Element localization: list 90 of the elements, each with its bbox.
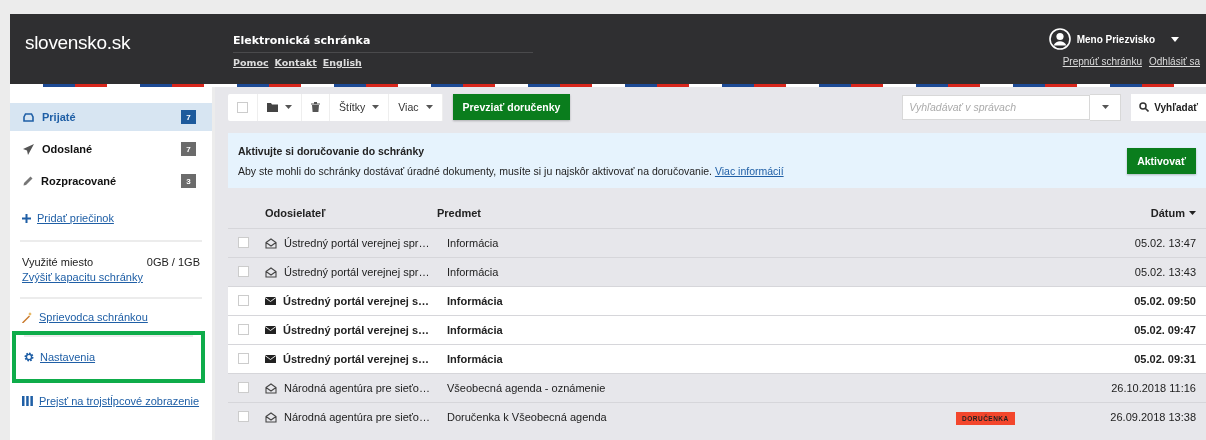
- subject-text: Doručenka k Všeobecná agenda: [446, 411, 608, 423]
- column-header[interactable]: Predmet: [437, 207, 956, 219]
- subject-text: Informácia: [446, 266, 500, 278]
- add-folder-link[interactable]: Pridať priečinok: [37, 212, 114, 224]
- caret-icon: [372, 105, 380, 109]
- column-header[interactable]: Odosielateľ: [265, 207, 437, 219]
- message-row[interactable]: Ústredný portál verejnej s… Informácia 05.02. 09:31: [228, 344, 1206, 373]
- closed-envelope-icon: [265, 355, 276, 363]
- count-badge: 7: [181, 110, 196, 124]
- message-row[interactable]: Ústredný portál verejnej s… Informácia 05.02. 09:47: [228, 315, 1206, 344]
- gear-icon: [24, 352, 34, 362]
- app-title: Elektronická schránka: [233, 34, 533, 53]
- search-options-button[interactable]: [1090, 93, 1122, 121]
- row-checkbox[interactable]: [238, 236, 249, 248]
- dropdown-button[interactable]: Štítky: [330, 93, 390, 121]
- banner-text: Aby ste mohli do schránky dostávať úradné dokumenty, musíte si ju najskôr aktivovať na doručovanie.: [238, 164, 712, 177]
- dropdown-button[interactable]: Viac: [389, 93, 443, 121]
- sender-text: Ústredný portál verejnej s…: [283, 324, 430, 336]
- account-link[interactable]: Odhlásiť sa: [1149, 56, 1200, 67]
- count-badge: 7: [181, 142, 196, 156]
- folder-item[interactable]: Rozpracované 3: [10, 167, 212, 195]
- download-receipts-button[interactable]: Prevziať doručenky: [452, 94, 571, 120]
- storage-label: Využité miesto: [22, 256, 94, 268]
- activate-button[interactable]: Aktivovať: [1127, 147, 1196, 174]
- search-button[interactable]: Vyhľadať: [1131, 93, 1206, 121]
- row-checkbox[interactable]: [238, 323, 249, 335]
- subject-text: Informácia: [446, 237, 500, 249]
- column-header[interactable]: Dátum: [1150, 207, 1206, 219]
- row-checkbox[interactable]: [238, 381, 249, 393]
- sidebar-link[interactable]: Prejsť na trojstĺpcové zobrazenie: [39, 395, 200, 407]
- date-text: 05.02. 09:47: [1133, 324, 1197, 336]
- row-checkbox[interactable]: [238, 352, 249, 364]
- plus-icon: [22, 213, 31, 223]
- trash-icon: [311, 102, 320, 112]
- folder-icon: [267, 102, 278, 112]
- search-icon: [1139, 102, 1150, 112]
- open-envelope-icon: [265, 266, 277, 278]
- open-envelope-icon: [265, 237, 277, 249]
- paper-plane-icon: [23, 143, 34, 155]
- row-checkbox[interactable]: [238, 410, 249, 422]
- pencil-icon: [23, 176, 33, 186]
- sender-text: Národná agentúra pre sieťo…: [284, 382, 430, 394]
- date-text: 26.09.2018 13:38: [1109, 411, 1197, 423]
- subject-text: Informácia: [446, 324, 504, 336]
- open-envelope-icon: [265, 382, 277, 394]
- search-field[interactable]: Vyhľadávať v správach: [902, 94, 1091, 120]
- sidebar-link[interactable]: Nastavenia: [40, 351, 96, 363]
- row-checkbox[interactable]: [238, 294, 249, 306]
- caret-icon: [1101, 105, 1109, 109]
- header-link[interactable]: Kontakt: [274, 57, 317, 68]
- folder-item[interactable]: Odoslané 7: [10, 135, 212, 163]
- sender-text: Ústredný portál verejnej s…: [283, 295, 430, 307]
- caret-icon[interactable]: [1171, 36, 1179, 42]
- date-text: 05.02. 13:47: [1133, 237, 1197, 249]
- inbox-icon: [23, 112, 34, 122]
- date-text: 05.02. 09:50: [1133, 295, 1197, 307]
- open-envelope-icon: [265, 411, 277, 423]
- message-row[interactable]: Ústredný portál verejnej s… Informácia 05.02. 09:50: [228, 286, 1206, 315]
- increase-capacity-link[interactable]: Zvýšiť kapacitu schránky: [22, 271, 143, 283]
- sender-text: Ústredný portál verejnej s…: [283, 353, 430, 365]
- sender-text: Ústredný portál verejnej spr…: [284, 237, 430, 249]
- sort-caret-icon: [1189, 211, 1196, 215]
- date-text: 05.02. 09:31: [1133, 353, 1197, 365]
- user-name[interactable]: Meno Priezvisko: [1076, 33, 1155, 45]
- site-logo[interactable]: slovensko.sk: [10, 14, 233, 84]
- row-checkbox[interactable]: [238, 265, 249, 277]
- folder-item[interactable]: Prijaté 7: [10, 103, 212, 131]
- date-text: 26.10.2018 11:16: [1110, 382, 1197, 394]
- subject-text: Informácia: [446, 295, 504, 307]
- header-link[interactable]: Pomoc: [233, 57, 269, 68]
- closed-envelope-icon: [265, 297, 276, 305]
- magic-wand-icon: [22, 311, 33, 323]
- date-text: 05.02. 13:43: [1133, 266, 1197, 278]
- caret-icon: [285, 105, 292, 109]
- account-link[interactable]: Prepnúť schránku: [1062, 56, 1142, 67]
- sidebar-link[interactable]: Sprievodca schránkou: [39, 311, 148, 323]
- subject-text: Informácia: [446, 353, 504, 365]
- caret-icon: [425, 105, 433, 109]
- subject-text: Všeobecná agenda - oznámenie: [446, 382, 607, 394]
- sender-text: Národná agentúra pre sieťo…: [284, 411, 430, 423]
- banner-title: Aktivujte si doručovanie do schránky: [238, 144, 426, 157]
- sender-text: Ústredný portál verejnej spr…: [284, 266, 430, 278]
- user-avatar-icon: [1048, 28, 1071, 50]
- storage-value: 0GB / 1GB: [146, 256, 200, 268]
- count-badge: 3: [181, 174, 196, 188]
- columns-icon: [22, 396, 33, 406]
- header-link[interactable]: English: [322, 57, 362, 68]
- more-info-link[interactable]: Viac informácií: [714, 164, 784, 177]
- closed-envelope-icon: [265, 326, 276, 334]
- select-all-checkbox[interactable]: [237, 101, 248, 113]
